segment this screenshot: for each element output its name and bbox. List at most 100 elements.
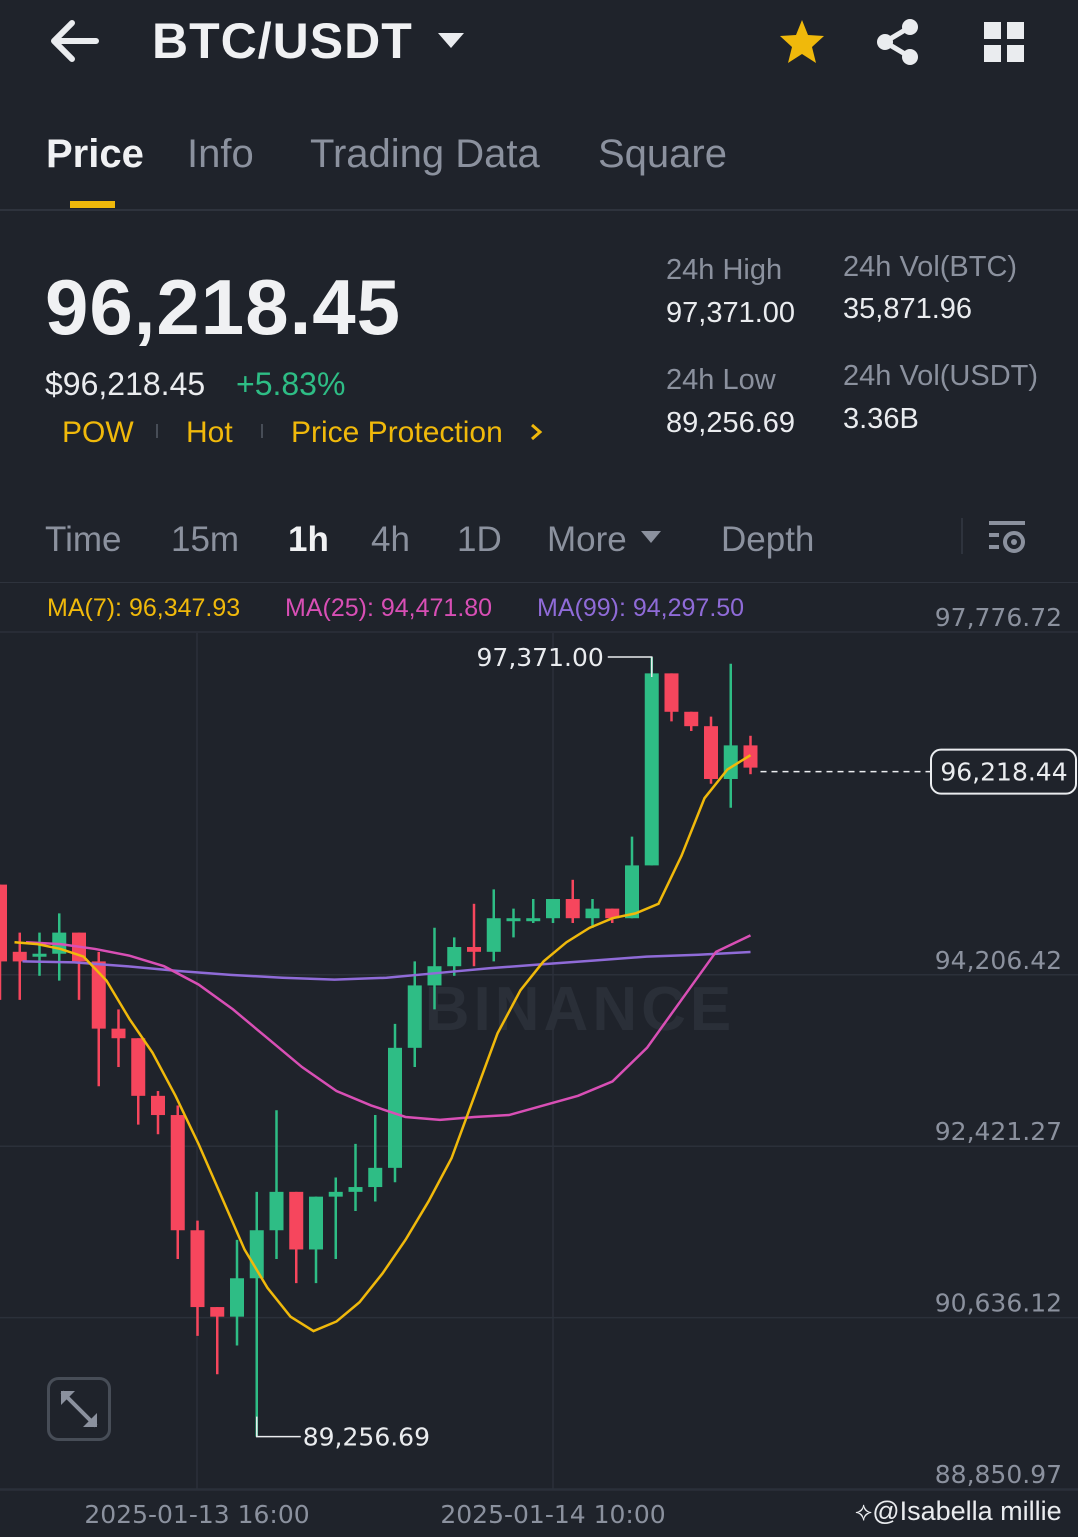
candle-body xyxy=(111,1028,126,1039)
candle[interactable] xyxy=(704,716,718,784)
candle-body xyxy=(368,1167,383,1188)
candle-body xyxy=(644,673,659,866)
candle-body xyxy=(447,947,462,967)
interval-time[interactable]: Time xyxy=(45,520,121,560)
candle-body xyxy=(32,953,47,957)
tag-separator xyxy=(261,424,263,438)
y-tick-label: 90,636.12 xyxy=(935,1289,1062,1318)
min-marker-line xyxy=(256,1416,301,1438)
stat-24h-high-label: 24h High xyxy=(666,254,783,286)
chart-settings-icon[interactable] xyxy=(986,516,1028,558)
caret-down-icon[interactable] xyxy=(640,530,662,544)
user-watermark: ⟡@Isabella millie xyxy=(855,1496,1062,1528)
candle-body xyxy=(0,884,7,962)
tab-info[interactable]: Info xyxy=(187,132,254,177)
caret-down-icon[interactable] xyxy=(436,30,466,50)
candle[interactable] xyxy=(151,1091,165,1135)
candle[interactable] xyxy=(249,1191,264,1437)
interval-more[interactable]: More xyxy=(547,520,627,560)
interval-1h[interactable]: 1h xyxy=(288,520,329,560)
candle[interactable] xyxy=(407,961,422,1068)
min-price-label: 89,256.69 xyxy=(303,1423,430,1452)
interval-15m[interactable]: 15m xyxy=(171,520,239,560)
candle[interactable] xyxy=(467,903,481,967)
last-price: 96,218.45 xyxy=(45,263,402,351)
candle[interactable] xyxy=(72,932,86,1000)
candle-body xyxy=(486,918,501,952)
y-tick-label: 97,776.72 xyxy=(935,603,1062,632)
candle[interactable] xyxy=(684,711,699,731)
pair-title[interactable]: BTC/USDT xyxy=(152,12,413,70)
share-icon[interactable] xyxy=(874,18,922,66)
candle[interactable] xyxy=(309,1196,323,1284)
tab-trading-data[interactable]: Trading Data xyxy=(310,132,540,177)
candle[interactable] xyxy=(486,889,501,962)
candle[interactable] xyxy=(348,1143,363,1212)
stat-24h-high-value: 97,371.00 xyxy=(666,297,796,329)
candle[interactable] xyxy=(526,899,541,924)
y-tick-label: 88,850.97 xyxy=(935,1460,1062,1489)
stat-24h-low-label: 24h Low xyxy=(666,364,776,396)
candle[interactable] xyxy=(625,836,639,919)
stat-24h-vol-btc-value: 35,871.96 xyxy=(843,293,973,325)
candle[interactable] xyxy=(565,879,580,924)
candle[interactable] xyxy=(289,1191,304,1284)
exchange-watermark: BINANCE xyxy=(425,975,735,1044)
candle[interactable] xyxy=(506,908,521,938)
candle-body xyxy=(506,918,521,922)
candle-body xyxy=(664,673,679,712)
interval-depth[interactable]: Depth xyxy=(721,520,814,560)
candle-body xyxy=(407,985,422,1048)
y-tick-label: 92,421.27 xyxy=(935,1117,1062,1146)
candle[interactable] xyxy=(32,932,47,976)
candlestick-chart[interactable]: 97,776.72 94,206.42 92,421.27 90,636.12 88,8… xyxy=(0,583,1078,1537)
tag-hot[interactable]: Hot xyxy=(186,416,233,450)
candle[interactable] xyxy=(269,1110,284,1260)
active-tab-indicator xyxy=(70,201,115,208)
tab-divider xyxy=(0,209,1078,211)
price-change-percent: +5.83% xyxy=(236,366,346,402)
tag-price-protection[interactable]: Price Protection xyxy=(291,416,503,450)
candle[interactable] xyxy=(368,1115,383,1202)
candle[interactable] xyxy=(328,1177,343,1260)
candle-body xyxy=(170,1115,185,1231)
candle-body xyxy=(348,1187,363,1192)
star-icon[interactable] xyxy=(777,17,827,67)
candle-body xyxy=(388,1047,402,1168)
candle[interactable] xyxy=(723,663,738,808)
binance-logo-icon: ⟡ xyxy=(855,1496,873,1526)
chevron-right-icon[interactable] xyxy=(528,422,544,442)
candle-body xyxy=(723,745,738,779)
tab-price[interactable]: Price xyxy=(46,132,144,177)
candle-body xyxy=(467,947,481,952)
candle[interactable] xyxy=(644,656,659,866)
divider xyxy=(961,518,963,554)
grid-icon[interactable] xyxy=(982,20,1026,64)
candle[interactable] xyxy=(743,735,758,775)
candle-body xyxy=(269,1191,284,1231)
interval-4h[interactable]: 4h xyxy=(371,520,410,560)
candle[interactable] xyxy=(111,1009,126,1068)
expand-chart-icon[interactable] xyxy=(47,1377,111,1441)
candle[interactable] xyxy=(170,1105,185,1260)
candle-body xyxy=(151,1095,165,1116)
stat-24h-vol-usdt-value: 3.36B xyxy=(843,403,919,435)
candle-body xyxy=(190,1230,205,1308)
candle-body xyxy=(309,1196,323,1250)
current-price-label: 96,218.44 xyxy=(940,758,1067,787)
candle-body xyxy=(230,1278,244,1317)
candle[interactable] xyxy=(230,1239,244,1346)
candle[interactable] xyxy=(664,673,679,722)
candle[interactable] xyxy=(388,1023,402,1183)
tag-pow[interactable]: POW xyxy=(62,416,134,450)
x-tick-label: 2025-01-14 10:00 xyxy=(440,1500,665,1529)
candle[interactable] xyxy=(0,884,7,1000)
candle[interactable] xyxy=(131,1038,146,1125)
tab-square[interactable]: Square xyxy=(598,132,727,177)
y-tick-label: 94,206.42 xyxy=(935,946,1062,975)
candle[interactable] xyxy=(546,899,560,924)
x-tick-label: 2025-01-13 16:00 xyxy=(84,1500,309,1529)
back-arrow-icon[interactable] xyxy=(48,18,100,64)
interval-1d[interactable]: 1D xyxy=(457,520,502,560)
candle[interactable] xyxy=(190,1220,205,1336)
